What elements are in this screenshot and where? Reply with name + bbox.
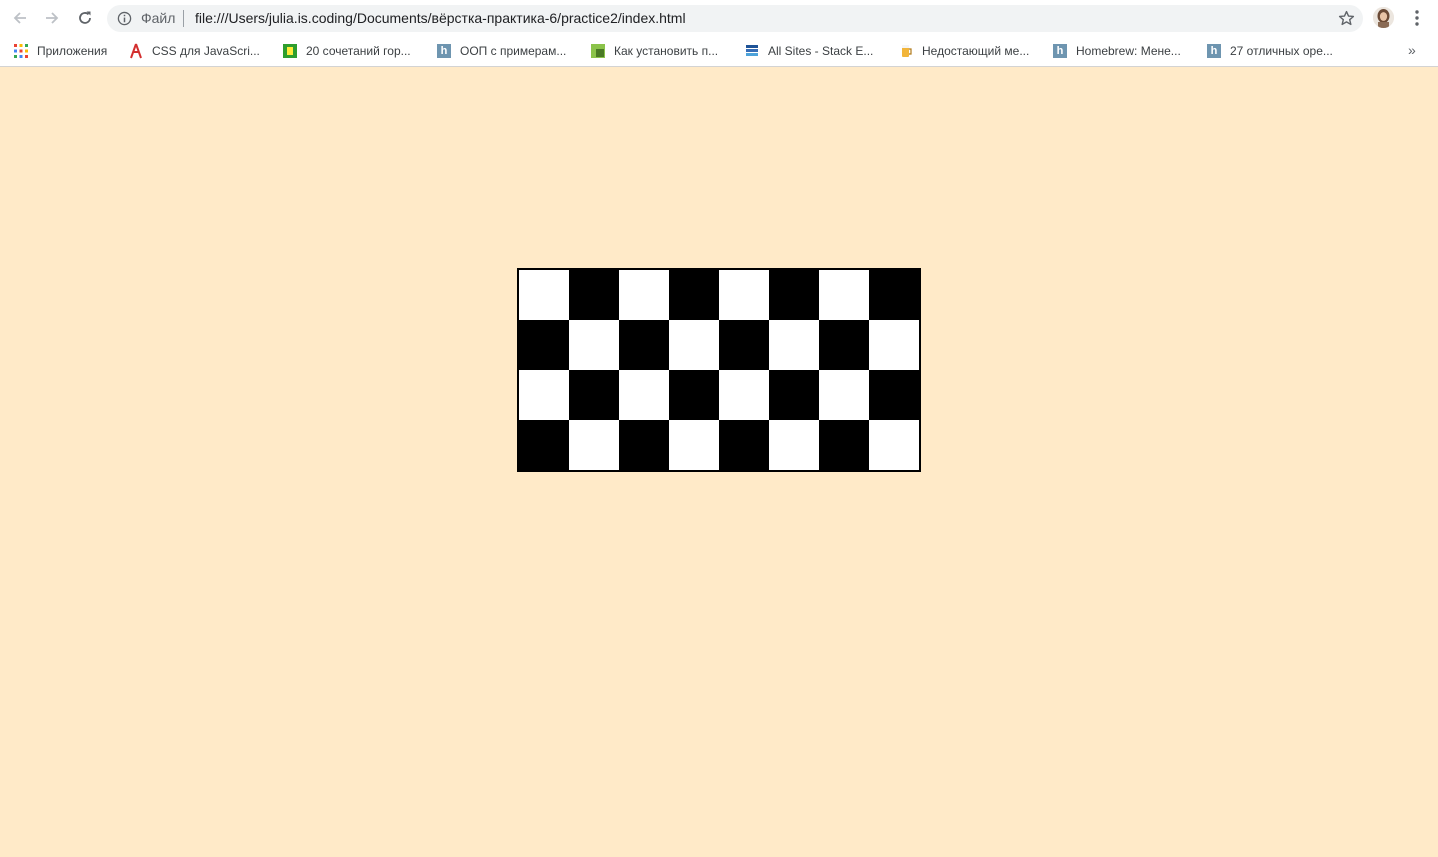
habr-h-icon: h: [1052, 43, 1068, 59]
url-text[interactable]: file:///Users/julia.is.coding/Documents/…: [195, 10, 686, 27]
dark-cell: [819, 320, 869, 370]
bookmark-label: Как установить п...: [614, 43, 719, 58]
stack-exchange-icon: [744, 43, 760, 59]
red-figure-icon: [128, 43, 144, 59]
reload-button[interactable]: [73, 6, 97, 30]
dark-cell: [519, 320, 569, 370]
light-cell: [619, 370, 669, 420]
habr-h-icon: h: [436, 43, 452, 59]
dark-cell: [769, 370, 819, 420]
beer-mug-icon: [898, 43, 914, 59]
dark-cell: [819, 420, 869, 470]
light-cell: [869, 420, 919, 470]
bookmarks-bar: Приложения CSS для JavaScri... 20 сочета…: [0, 36, 1438, 66]
bookmark-label: 27 отличных оре...: [1230, 43, 1333, 58]
profile-avatar[interactable]: [1373, 7, 1394, 28]
back-button[interactable]: [8, 6, 32, 30]
bookmark-star-icon[interactable]: [1338, 10, 1355, 27]
bookmark-oop[interactable]: h ООП с примерам...: [436, 42, 566, 59]
light-cell: [719, 270, 769, 320]
dark-cell: [619, 320, 669, 370]
dark-cell: [769, 270, 819, 320]
bookmark-label: Homebrew: Мене...: [1076, 43, 1181, 58]
light-cell: [719, 370, 769, 420]
dark-cell: [869, 270, 919, 320]
forward-button[interactable]: [40, 6, 64, 30]
menu-dots-icon[interactable]: [1407, 7, 1427, 29]
arrow-left-icon: [13, 12, 26, 24]
light-cell: [769, 320, 819, 370]
bookmark-css-js[interactable]: CSS для JavaScri...: [128, 42, 260, 59]
checkerboard: [517, 268, 921, 472]
dark-cell: [719, 420, 769, 470]
bookmark-homebrew[interactable]: h Homebrew: Мене...: [1052, 42, 1181, 59]
dark-cell: [719, 320, 769, 370]
light-cell: [669, 320, 719, 370]
bookmark-stack-exchange[interactable]: All Sites - Stack E...: [744, 42, 873, 59]
dark-cell: [569, 370, 619, 420]
green-tag-icon: [282, 43, 298, 59]
light-cell: [619, 270, 669, 320]
chevron-double-right-icon[interactable]: »: [1408, 42, 1416, 58]
profile-photo-icon: [1373, 7, 1394, 28]
reload-icon: [79, 11, 91, 24]
bookmark-missing-manual[interactable]: Недостающий ме...: [898, 42, 1029, 59]
bookmark-hotkeys[interactable]: 20 сочетаний гор...: [282, 42, 411, 59]
light-cell: [569, 320, 619, 370]
bookmark-label: Недостающий ме...: [922, 43, 1030, 58]
bookmark-label: CSS для JavaScri...: [152, 43, 260, 58]
light-cell: [819, 270, 869, 320]
dark-cell: [669, 270, 719, 320]
bookmark-label: Приложения: [37, 43, 108, 58]
bookmark-label: All Sites - Stack E...: [768, 43, 874, 58]
light-cell: [769, 420, 819, 470]
light-cell: [869, 320, 919, 370]
apps-grid-icon: [13, 43, 29, 59]
bookmark-install[interactable]: Как установить п...: [590, 42, 718, 59]
bookmark-label: ООП с примерам...: [460, 43, 567, 58]
dark-cell: [519, 420, 569, 470]
habr-h-icon: h: [1206, 43, 1222, 59]
bookmark-label: 20 сочетаний гор...: [306, 43, 411, 58]
light-cell: [819, 370, 869, 420]
dark-cell: [619, 420, 669, 470]
arrow-right-icon: [46, 12, 59, 24]
light-cell: [519, 370, 569, 420]
green-book-icon: [590, 43, 606, 59]
bookmark-apps[interactable]: Приложения: [13, 42, 107, 59]
browser-chrome: Файл file:///Users/julia.is.coding/Docum…: [0, 0, 1438, 67]
browser-toolbar: Файл file:///Users/julia.is.coding/Docum…: [0, 0, 1438, 36]
dark-cell: [669, 370, 719, 420]
info-icon[interactable]: [117, 11, 132, 26]
address-divider: [183, 10, 184, 27]
light-cell: [569, 420, 619, 470]
light-cell: [519, 270, 569, 320]
url-scheme-label: Файл: [141, 10, 176, 26]
bookmark-27-editors[interactable]: h 27 отличных оре...: [1206, 42, 1333, 59]
dark-cell: [869, 370, 919, 420]
light-cell: [669, 420, 719, 470]
dark-cell: [569, 270, 619, 320]
address-bar[interactable]: Файл file:///Users/julia.is.coding/Docum…: [107, 5, 1363, 32]
